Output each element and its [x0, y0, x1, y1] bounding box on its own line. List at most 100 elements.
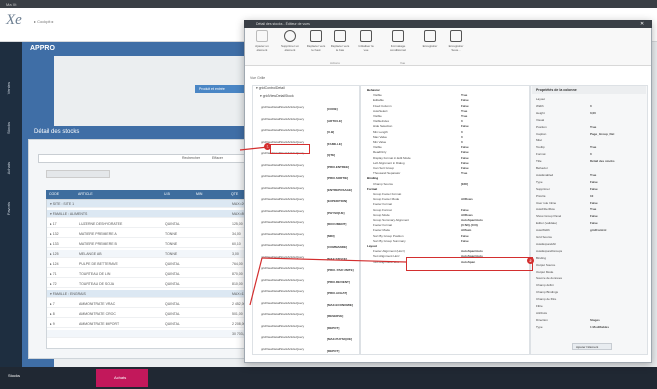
column-property-row[interactable]: Behavior: [532, 166, 644, 171]
taskbar-item-stocks[interactable]: Stocks: [8, 373, 20, 378]
clear-button[interactable]: Effacer: [212, 156, 223, 160]
column-property-row[interactable]: Output Mode: [532, 270, 644, 275]
column-property-row[interactable]: Misc: [532, 138, 644, 143]
move-down-button[interactable]: Déplacer vers le bas: [330, 30, 350, 52]
table-button[interactable]: Initialiser la vue: [356, 30, 376, 52]
column-property-row[interactable]: Supprimer False: [532, 187, 644, 192]
conditional-format-button[interactable]: Formatage conditionnel: [388, 30, 408, 52]
tree-root-node[interactable]: ▾ gridControlDetail: [256, 86, 285, 90]
column-property-row[interactable]: Grid Source: [532, 235, 644, 240]
save-as-button[interactable]: Enregistrer Sous...: [446, 30, 466, 52]
tree-item[interactable]: gridViewDetailStockArticleQuery [U.B]: [253, 127, 359, 136]
search-button[interactable]: Rechercher: [182, 156, 200, 160]
move-up-button[interactable]: Déplacer vers le haut: [306, 30, 326, 52]
table-row[interactable]: 30 703,88: [47, 330, 262, 338]
property-value: True: [590, 124, 597, 129]
table-row[interactable]: ▸ 133 MATIERE PREMIERE B TONNE 60,10: [47, 240, 262, 248]
tree-item[interactable]: gridViewDetailStockArticleQuery [PRIX.SOR…: [253, 173, 359, 182]
close-icon[interactable]: ✕: [640, 21, 644, 27]
table-row[interactable]: ▸ 17 LUZERNE DESHYDRATEE QUINTAL 125,00: [47, 220, 262, 228]
column-property-row[interactable]: AutoExpandGroups: [532, 249, 644, 254]
tree-item[interactable]: gridViewDetailStockArticleQuery [PRIX.ENT…: [253, 162, 359, 171]
tree-item-name: gridViewDetailStockArticleQuery: [261, 208, 305, 213]
tree-item[interactable]: gridViewDetailStockArticleQuery [MAX.ECON…: [253, 300, 359, 309]
add-element-button[interactable]: Ajouter l'élément: [572, 343, 612, 350]
tree-item[interactable]: gridViewDetailStockArticleQuery [MAX.STOC…: [253, 254, 359, 263]
column-property-row[interactable]: Caption Page_Group_Det: [532, 132, 644, 137]
column-header-article[interactable]: ARTICLE: [78, 192, 93, 196]
tree-item[interactable]: gridViewDetailStockArticleQuery [PRIX.REV…: [253, 277, 359, 286]
tree-item[interactable]: gridViewDetailStockArticleQuery [COMMANDE…: [253, 242, 359, 251]
column-property-row[interactable]: AutoExpandAll: [532, 242, 644, 247]
group-row[interactable]: ▾ FAMILLE : ALIMENTS MAX=893,00: [47, 210, 262, 218]
column-property-row[interactable]: Champ de filtre: [532, 297, 644, 302]
column-property-row[interactable]: Direction Stages: [532, 318, 644, 323]
tree-item[interactable]: gridViewDetailStockArticleQuery [DOCUMENT…: [253, 219, 359, 228]
delete-button[interactable]: Supprimer un élément: [280, 30, 300, 52]
table-row[interactable]: ▸ 72 TOURTEAU DE SOJA QUINTAL 810,00: [47, 280, 262, 288]
column-property-row[interactable]: Title Détail des stocks: [532, 159, 644, 164]
column-header-min[interactable]: MIN: [196, 192, 202, 196]
column-property-row[interactable]: Width 0: [532, 104, 644, 109]
column-property-row[interactable]: AutoWidth gridControl: [532, 228, 644, 233]
property-key: Min Value: [373, 140, 387, 144]
column-property-row[interactable]: AutoEnabled True: [532, 173, 644, 178]
table-row[interactable]: ▸ 8 AMMONITRATE CROC QUINTAL 501,00: [47, 310, 262, 318]
tree-item[interactable]: gridViewDetailStockArticleQuery [ARTICLE]: [253, 116, 359, 125]
save-button[interactable]: Enregistrer: [420, 30, 440, 48]
group-row[interactable]: ▾ FAMILLE : ENGRAISMAX=1150,00: [47, 290, 262, 298]
column-property-row[interactable]: User rule Inline False: [532, 201, 644, 206]
tree-item[interactable]: gridViewDetailStockArticleQuery [EXPEDITI…: [253, 196, 359, 205]
breadcrumb[interactable]: ▸ Cockpit ▸: [34, 19, 54, 24]
column-property-row[interactable]: Format 0: [532, 152, 644, 157]
column-property-row[interactable]: Height 0,00: [532, 111, 644, 116]
column-property-row[interactable]: Champ défini: [532, 283, 644, 288]
table-row[interactable]: ▸ 125 MELANGE AB TONNE 3,00: [47, 250, 262, 258]
column-property-row[interactable]: Priorité 10: [532, 194, 644, 199]
sidebar-item-achats[interactable]: Achats: [6, 162, 11, 174]
column-property-row[interactable]: Filtre: [532, 304, 644, 309]
table-row[interactable]: ▸ 71 TOURTEAU DE LIN QUINTAL 870,00: [47, 270, 262, 278]
tree-item[interactable]: gridViewDetailStockArticleQuery [MIN]: [253, 231, 359, 240]
column-header-code[interactable]: CODE: [49, 192, 59, 196]
column-property-row[interactable]: Show Group Panel False: [532, 214, 644, 219]
column-property-row[interactable]: Position True: [532, 125, 644, 130]
column-property-row[interactable]: Type 1 Modifiables: [532, 325, 644, 330]
group-row[interactable]: ▾ SITE : SITE 1MAX=2013,00: [47, 200, 262, 208]
tree-item[interactable]: gridViewDetailStockArticleQuery [PRIX.ACH…: [253, 288, 359, 297]
app-logo[interactable]: Xe: [6, 12, 22, 29]
column-property-row[interactable]: Editor (validate) False: [532, 221, 644, 226]
tree-item[interactable]: gridViewDetailStockArticleQuery [PRIX. PA…: [253, 265, 359, 274]
column-property-row[interactable]: Source de données: [532, 276, 644, 281]
column-property-row[interactable]: Attributs: [532, 311, 644, 316]
add-button[interactable]: Ajouter un élément: [252, 30, 272, 52]
tree-item[interactable]: gridViewDetailStockArticleQuery [RESERVE]: [253, 311, 359, 320]
table-row[interactable]: ▸ 132 MATIERE PREMIERE A TONNE 34,00: [47, 230, 262, 238]
taskbar-item-achats[interactable]: Achats: [96, 369, 148, 387]
sidebar-item-favoris[interactable]: Favoris: [6, 202, 11, 215]
tree-item[interactable]: gridViewDetailStockArticleQuery [DEPOT]: [253, 323, 359, 332]
tree-item[interactable]: gridViewDetailStockArticleQuery [PHYSIQUE…: [253, 208, 359, 217]
column-property-row[interactable]: Layout: [532, 97, 644, 102]
column-property-row[interactable]: Champ Bindings: [532, 290, 644, 295]
column-property-row[interactable]: Type False: [532, 180, 644, 185]
tree-item[interactable]: gridViewDetailStockArticleQuery [ENTREPOS…: [253, 185, 359, 194]
column-property-row[interactable]: Binding: [532, 256, 644, 261]
table-row[interactable]: ▸ 9 AMMONITRATE IMPORT QUINTAL 2 208,00: [47, 320, 262, 328]
column-header-qte[interactable]: QTE: [231, 192, 238, 196]
tree-view-node[interactable]: ▾ gridViewDetailStock: [260, 94, 294, 98]
sidebar-item-ventes[interactable]: Ventes: [6, 82, 11, 94]
column-property-row[interactable]: Output Source: [532, 263, 644, 268]
column-property-row[interactable]: Visual: [532, 118, 644, 123]
column-property-row[interactable]: Tooltip True: [532, 145, 644, 150]
tree-item[interactable]: gridViewDetailStockArticleQuery [MAX.PHYS…: [253, 334, 359, 343]
sidebar-item-stocks[interactable]: Stocks: [6, 122, 11, 134]
property-key: Champ défini: [536, 283, 554, 288]
table-row[interactable]: ▸ 7 AMMONITRATE VRAC QUINTAL 2 452,00: [47, 300, 262, 308]
tree-item[interactable]: gridViewDetailStockArticleQuery [CODE]: [253, 104, 359, 113]
group-panel[interactable]: [46, 170, 110, 178]
tree-item[interactable]: gridViewDetailStockArticleQuery [DEPOT]: [253, 346, 359, 355]
column-header-ub[interactable]: U.B: [164, 192, 170, 196]
table-row[interactable]: ▸ 124 PULPE DE BETTERAVE QUINTAL 764,00: [47, 260, 262, 268]
column-property-row[interactable]: AutoFilterRow True: [532, 207, 644, 212]
